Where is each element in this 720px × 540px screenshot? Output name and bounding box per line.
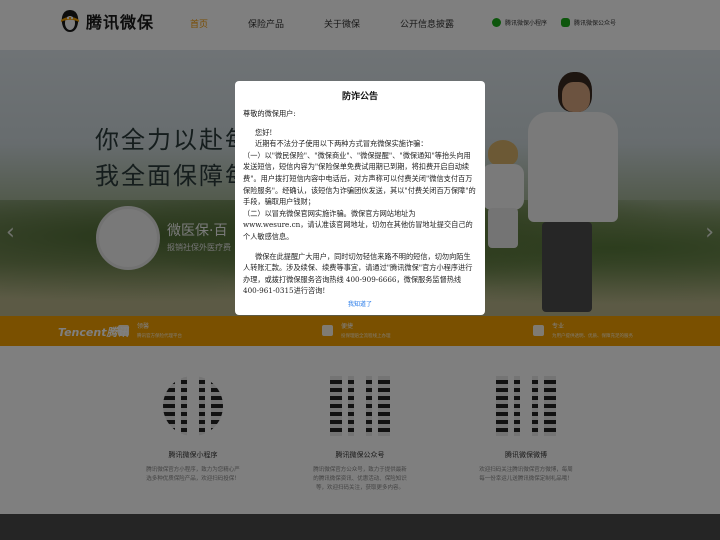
dialog-item-2: （二）以冒充微保官网实施诈骗。微保官方网站地址为www.wesure.cn，请认… bbox=[243, 208, 473, 241]
dialog-intro: 近期有不法分子使用以下两种方式冒充微保实施诈骗： bbox=[255, 139, 428, 149]
dialog-title: 防诈公告 bbox=[341, 92, 378, 102]
dialog-reminder: 微保在此提醒广大用户，同时切勿轻信来路不明的短信，切勿向陌生人转账汇款。涉及续保… bbox=[243, 251, 473, 296]
dialog-item-1: （一）以"微民保险"、"微保商业"、"微保提醒"、"微保通知"等抬头向用发送短信… bbox=[243, 150, 476, 207]
dialog-ok-button[interactable]: 我知道了 bbox=[235, 299, 485, 308]
dialog-hello: 您好! bbox=[255, 127, 273, 137]
dialog-greeting: 尊敬的微保用户: bbox=[243, 109, 296, 118]
anti-fraud-dialog: 防诈公告 尊敬的微保用户: 您好! 近期有不法分子使用以下两种方式冒充微保实施诈… bbox=[235, 81, 485, 315]
dialog-body: 尊敬的微保用户: 您好! 近期有不法分子使用以下两种方式冒充微保实施诈骗： （一… bbox=[243, 108, 477, 297]
